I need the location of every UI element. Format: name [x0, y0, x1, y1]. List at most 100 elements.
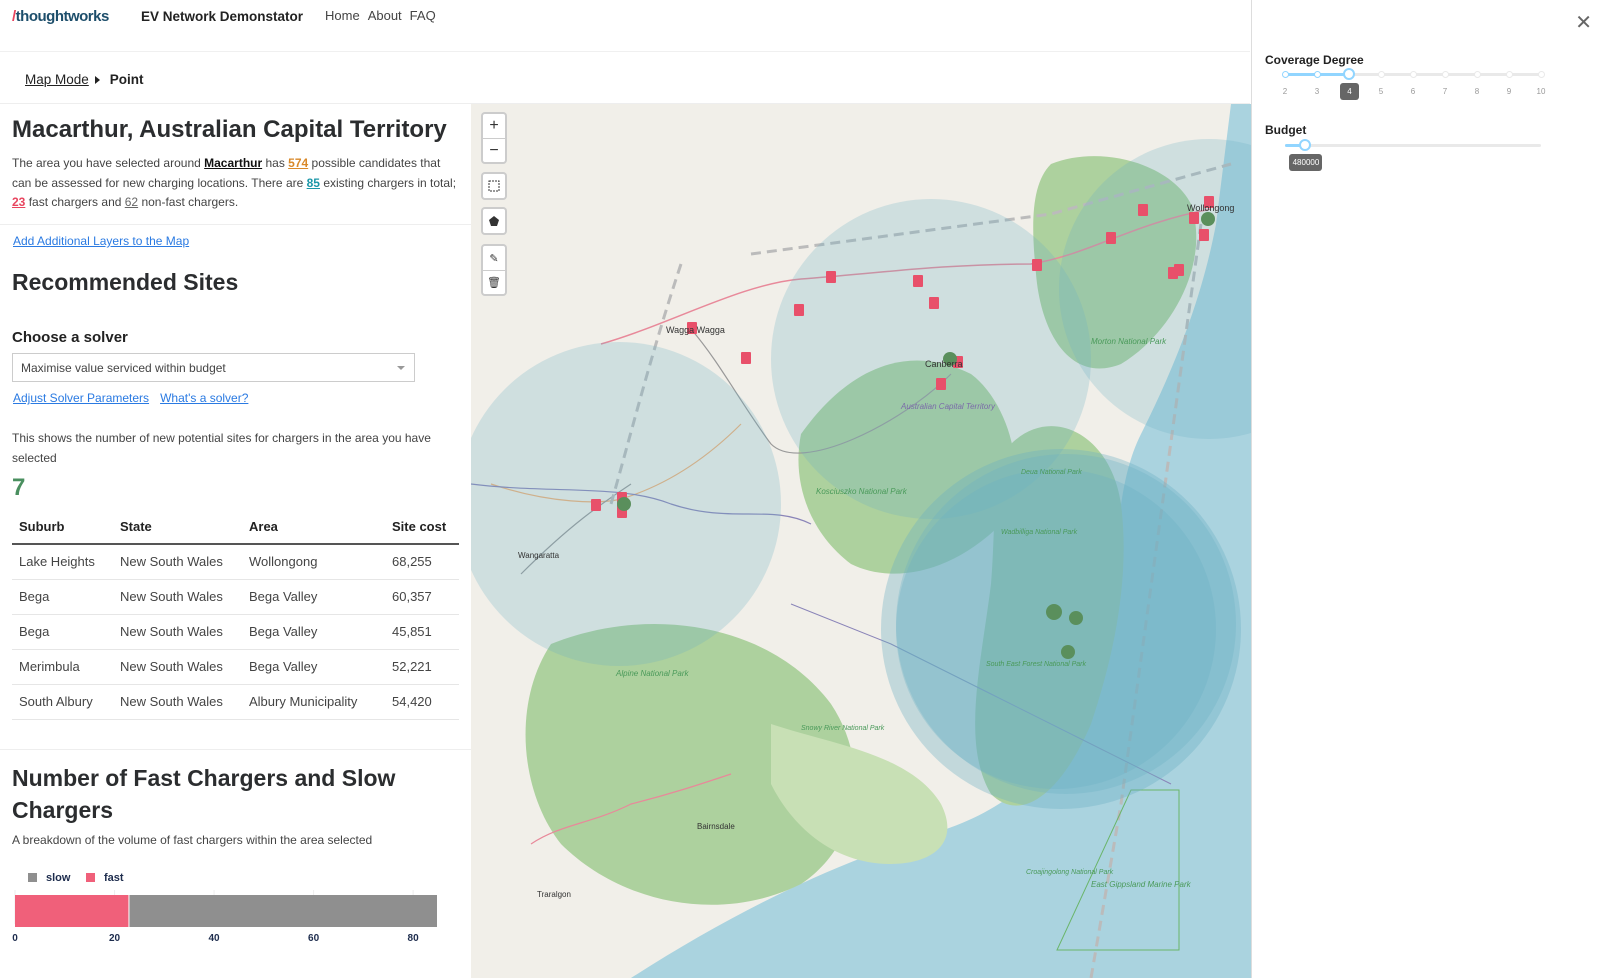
solver-parameters-panel: ✕ Coverage Degree 23445678910 Budget 480…	[1251, 0, 1600, 978]
col-site-cost: Site cost	[385, 511, 459, 545]
charger-icon	[1199, 229, 1209, 241]
charger-icon	[929, 297, 939, 309]
slider-handle[interactable]	[1299, 139, 1312, 151]
edit-layers-button[interactable]: ✎	[483, 246, 505, 270]
selected-site-icon	[1069, 611, 1083, 625]
selected-site-icon	[1201, 212, 1215, 226]
table-row[interactable]: Lake Heights New South Wales Wollongong 68,…	[12, 544, 459, 580]
draw-rectangle-button[interactable]	[483, 174, 505, 198]
cell-area: Wollongong	[242, 544, 385, 580]
logo-text: thoughtworks	[15, 8, 110, 25]
fast-count[interactable]: 23	[12, 195, 25, 209]
cell-cost: 68,255	[385, 544, 459, 580]
cell-cost: 52,221	[385, 649, 459, 685]
charger-icon	[826, 271, 836, 283]
cell-state: New South Wales	[113, 614, 242, 650]
col-area: Area	[242, 511, 385, 545]
slider-dot	[1313, 70, 1321, 78]
bar-fast	[15, 895, 129, 927]
selected-site-icon	[1046, 604, 1062, 620]
map-label: Wagga Wagga	[666, 325, 725, 335]
table-row[interactable]: Merimbula New South Wales Bega Valley 52,22…	[12, 649, 459, 685]
divider	[0, 224, 471, 225]
existing-count[interactable]: 85	[307, 176, 320, 190]
slider-dot	[1505, 70, 1513, 78]
nav-home[interactable]: Home	[325, 8, 360, 23]
cell-area: Bega Valley	[242, 579, 385, 615]
legend-label-fast: fast	[104, 872, 124, 884]
map-label: South East Forest National Park	[986, 661, 1086, 668]
map-label: Wollongong	[1187, 203, 1234, 213]
zoom-in-button[interactable]: +	[483, 114, 505, 138]
nonfast-count[interactable]: 62	[125, 195, 138, 209]
table-row[interactable]: South Albury New South Wales Albury Munici…	[12, 684, 459, 720]
table-row[interactable]: Bega New South Wales Bega Valley 60,357	[12, 579, 459, 615]
selected-site-icon	[617, 497, 631, 511]
edit-control: ✎ 🗑	[481, 244, 507, 296]
cell-suburb: Bega	[12, 614, 113, 650]
cell-suburb: Merimbula	[12, 649, 113, 685]
candidates-count[interactable]: 574	[288, 156, 308, 170]
summary-text: fast chargers and	[25, 195, 125, 209]
polygon-icon	[489, 216, 499, 226]
charger-icon	[1106, 232, 1116, 244]
cell-state: New South Wales	[113, 579, 242, 615]
slider-mark-label: 9	[1506, 87, 1512, 96]
breadcrumb-bar: Map Mode Point	[0, 52, 1250, 104]
place-link[interactable]: Macarthur	[204, 156, 262, 170]
map-label: Morton National Park	[1091, 337, 1167, 346]
solver-select[interactable]: Maximise value serviced within budget	[12, 353, 415, 382]
breadcrumb: Map Mode Point	[25, 72, 144, 87]
top-bar: /thoughtworks EV Network Demonstator Hom…	[0, 0, 1250, 52]
map-label: Bairnsdale	[697, 822, 735, 831]
area-summary: The area you have selected around Macart…	[12, 154, 462, 213]
map-label: East Gippsland Marine Park	[1091, 880, 1192, 889]
col-state: State	[113, 511, 242, 545]
cell-suburb: South Albury	[12, 684, 113, 720]
draw-polygon-button[interactable]	[483, 209, 505, 233]
trash-icon: 🗑	[487, 277, 501, 289]
map[interactable]: Wagga Wagga Canberra Australian Capital …	[471, 104, 1251, 978]
draw-rectangle-control	[481, 172, 507, 200]
coverage-circle	[896, 469, 1216, 789]
chargers-bar-chart: slow fast 0 20 40 60 80	[12, 872, 437, 944]
map-label: Wadbilliga National Park	[1001, 529, 1078, 536]
add-layers-link[interactable]: Add Additional Layers to the Map	[13, 234, 189, 248]
cell-area: Bega Valley	[242, 614, 385, 650]
adjust-solver-link[interactable]: Adjust Solver Parameters	[13, 391, 149, 405]
cell-suburb: Bega	[12, 579, 113, 615]
nav-about[interactable]: About	[368, 8, 402, 23]
breadcrumb-current: Point	[109, 72, 144, 87]
draw-polygon-control	[481, 207, 507, 235]
slider-dot	[1441, 70, 1449, 78]
legend-label-slow: slow	[46, 872, 71, 884]
slider-handle[interactable]	[1343, 68, 1355, 80]
breadcrumb-map-mode[interactable]: Map Mode	[25, 72, 89, 87]
slider-mark-label: 2	[1282, 87, 1288, 96]
area-title: Macarthur, Australian Capital Territory	[12, 116, 447, 143]
info-panel: Macarthur, Australian Capital Territory …	[0, 104, 471, 978]
slider-mark-label: 10	[1536, 87, 1546, 96]
nav-faq[interactable]: FAQ	[410, 8, 436, 23]
divider	[0, 749, 471, 750]
zoom-out-button[interactable]: −	[483, 138, 505, 162]
slider-dot	[1537, 70, 1545, 78]
breakdown-subtitle: A breakdown of the volume of fast charge…	[12, 833, 373, 847]
close-icon[interactable]: ✕	[1575, 10, 1592, 35]
charger-icon	[741, 352, 751, 364]
thoughtworks-logo[interactable]: /thoughtworks	[12, 8, 109, 25]
slider-value-tooltip: 4	[1340, 83, 1359, 100]
map-canvas[interactable]: Wagga Wagga Canberra Australian Capital …	[471, 104, 1251, 978]
solver-value: Maximise value serviced within budget	[21, 361, 226, 375]
map-label: Croajingolong National Park	[1026, 869, 1114, 876]
table-row[interactable]: Bega New South Wales Bega Valley 45,851	[12, 614, 459, 650]
slider-mark-label: 5	[1378, 87, 1384, 96]
cell-state: New South Wales	[113, 649, 242, 685]
charger-icon	[913, 275, 923, 287]
cell-area: Albury Municipality	[242, 684, 385, 720]
slider-dot	[1377, 70, 1385, 78]
charger-icon	[936, 378, 946, 390]
whats-solver-link[interactable]: What's a solver?	[160, 391, 248, 405]
summary-text: non-fast chargers.	[138, 195, 239, 209]
delete-layers-button[interactable]: 🗑	[483, 270, 505, 294]
